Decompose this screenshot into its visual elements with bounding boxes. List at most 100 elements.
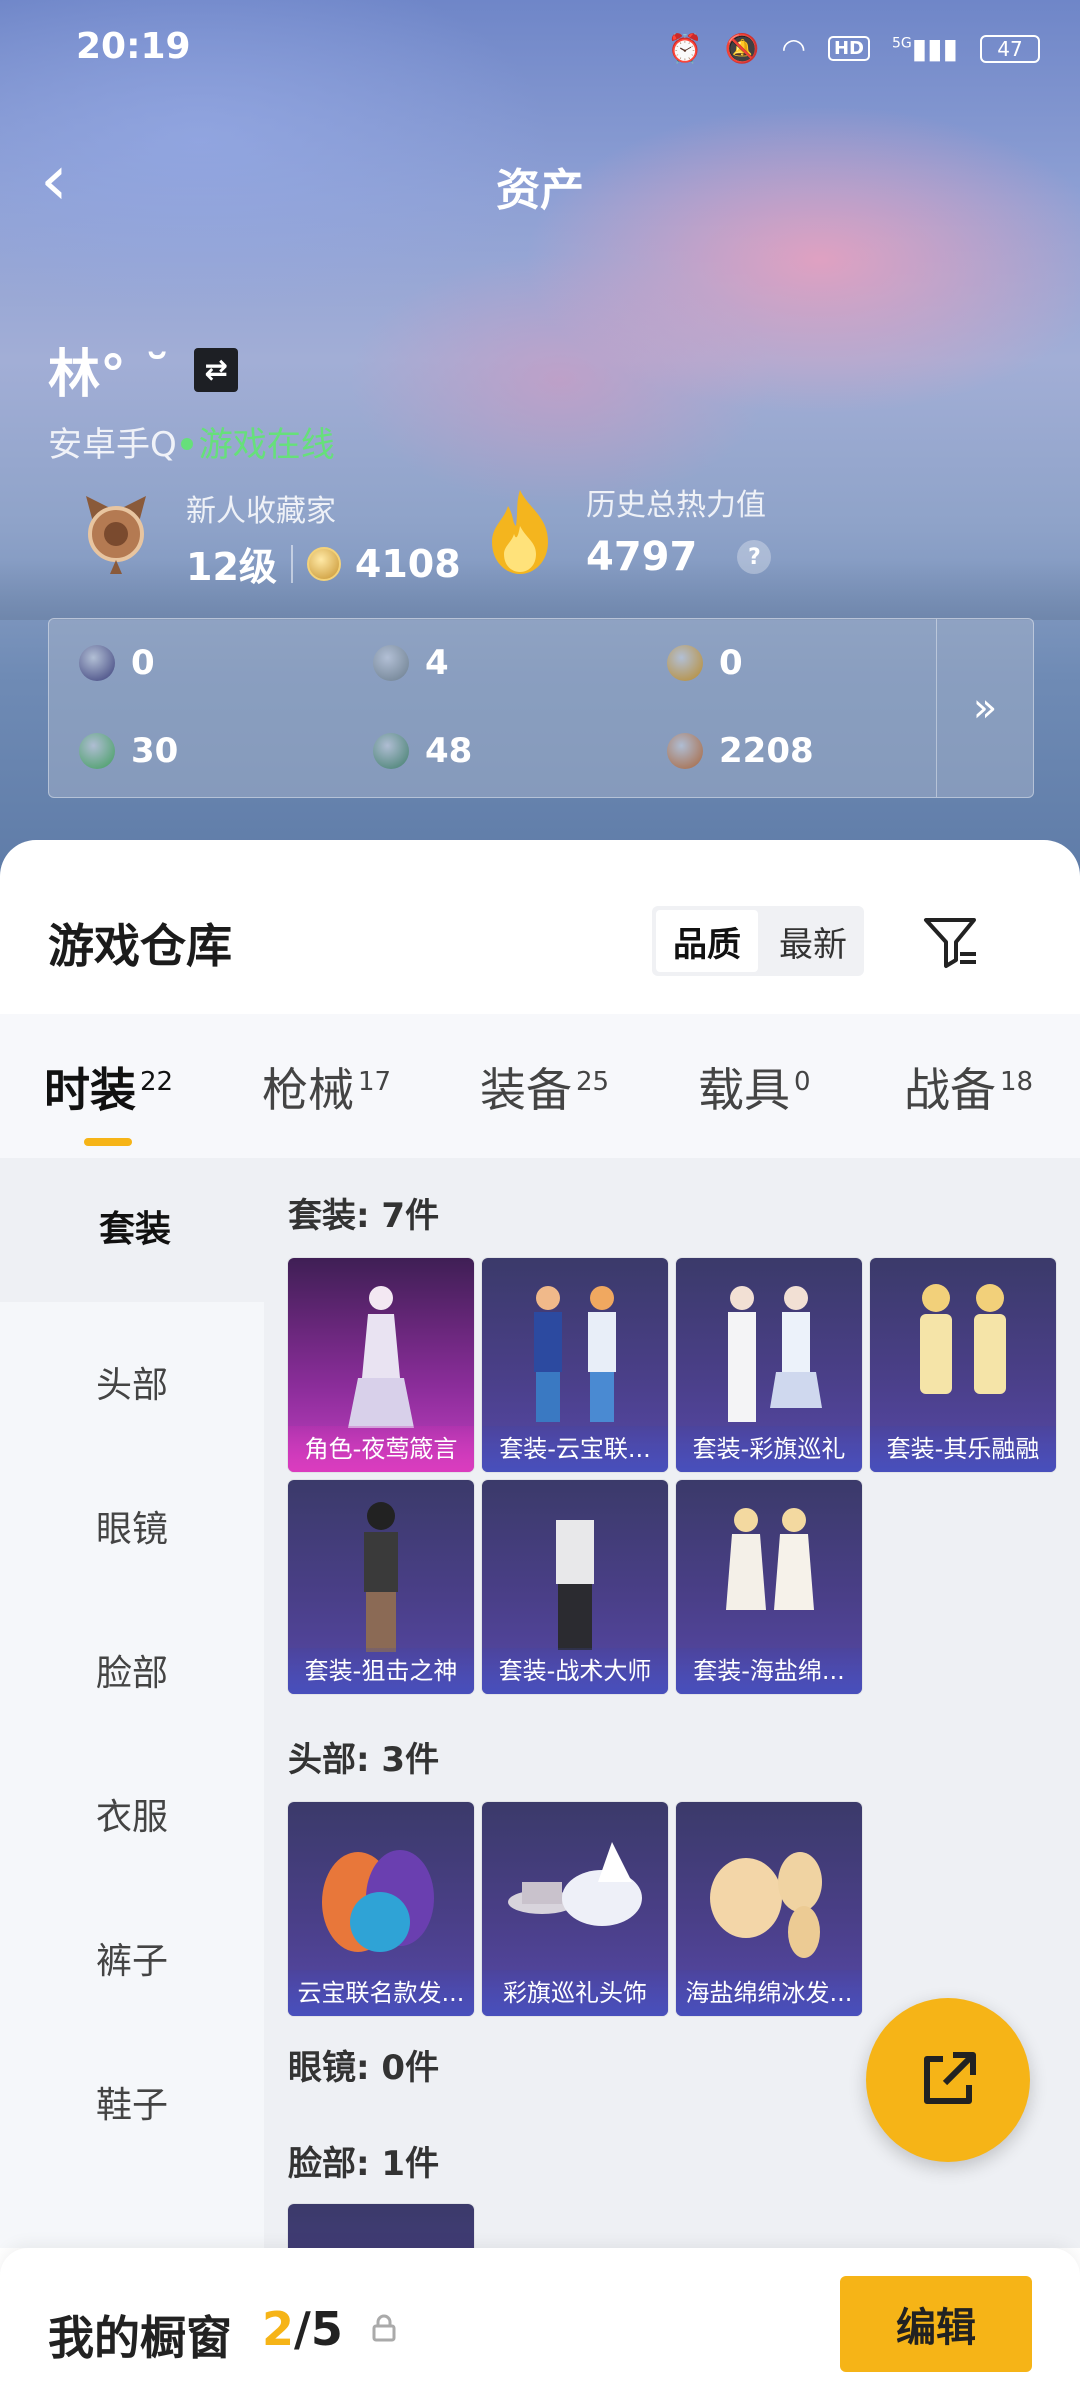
online-dot: [180, 438, 193, 450]
item-card[interactable]: 彩旗巡礼头饰: [482, 1802, 668, 2016]
share-icon: [924, 2052, 976, 2104]
item-card[interactable]: 套装-其乐融融: [870, 1258, 1056, 1472]
item-card[interactable]: 角色-夜莺箴言: [288, 1258, 474, 1472]
tab-equipment[interactable]: 装备 25: [480, 1054, 609, 1120]
stat-value: 0: [719, 643, 743, 683]
sidebar-item-glasses[interactable]: 眼镜: [0, 1500, 264, 1552]
collector-points: 4108: [354, 541, 461, 586]
stat-value: 30: [131, 731, 179, 771]
online-status: 游戏在线: [198, 425, 335, 465]
status-bar: 20:19 ⏰ 🔕 ◠ HD 5G▮▮▮ 47: [0, 26, 1080, 76]
green-orb-icon: [373, 733, 409, 769]
showcase-title: 我的橱窗: [48, 2311, 232, 2365]
item-caption: 套装-海盐绵...: [676, 1648, 862, 1694]
item-caption: 套装-战术大师: [482, 1648, 668, 1694]
gold-emblem-icon: [667, 645, 703, 681]
section-title-face: 脸部: 1件: [288, 2144, 440, 2184]
sidebar-item-face[interactable]: 脸部: [0, 1644, 264, 1696]
showcase-count: 2/5: [262, 2302, 343, 2356]
heat-value: 4797: [586, 534, 698, 580]
warehouse-sheet: 游戏仓库 品质 最新 时装 22 枪械 17 装备 25 载具 0 战备 18 套装 头部…: [0, 840, 1080, 2408]
tab-fashion[interactable]: 时装 22: [44, 1054, 173, 1120]
section-title-glasses: 眼镜: 0件: [288, 2048, 440, 2088]
item-card[interactable]: 套装-彩旗巡礼: [676, 1258, 862, 1472]
item-caption: 角色-夜莺箴言: [288, 1426, 474, 1472]
item-card[interactable]: 海盐绵绵冰发...: [676, 1802, 862, 2016]
tab-supplies[interactable]: 战备 18: [904, 1054, 1033, 1120]
item-card[interactable]: [288, 2204, 474, 2248]
medal-icon: [86, 496, 146, 574]
item-caption: 云宝联名款发...: [288, 1970, 474, 2016]
stat-value: 4: [425, 643, 449, 683]
edit-button[interactable]: 编辑: [840, 2276, 1032, 2372]
points-icon: [306, 546, 341, 581]
share-button[interactable]: [866, 1998, 1030, 2162]
item-card[interactable]: 套装-狙击之神: [288, 1480, 474, 1694]
collector-title: 新人收藏家: [186, 494, 336, 529]
mute-icon: 🔕: [724, 32, 760, 65]
heat-title: 历史总热力值: [586, 488, 766, 523]
item-card[interactable]: 套装-海盐绵...: [676, 1480, 862, 1694]
nav-bar: ‹ 资产: [0, 145, 1080, 220]
item-caption: 彩旗巡礼头饰: [482, 1970, 668, 2016]
stat-bronze-coin: 2208: [667, 731, 814, 771]
bronze-coin-icon: [667, 733, 703, 769]
section-title-suits: 套装: 7件: [288, 1196, 440, 1236]
sidebar-item-clothes[interactable]: 衣服: [0, 1788, 264, 1840]
signal-icon: 5G▮▮▮: [892, 32, 958, 65]
emblem-icon: [373, 645, 409, 681]
collector-info: 新人收藏家 12级 4108: [186, 486, 461, 591]
more-chevron-icon[interactable]: »: [936, 619, 1033, 797]
sidebar-item-pants[interactable]: 裤子: [0, 1932, 264, 1984]
sidebar-item-shoes[interactable]: 鞋子: [0, 2076, 264, 2128]
item-card[interactable]: 套装-云宝联...: [482, 1258, 668, 1472]
sort-quality[interactable]: 品质: [656, 910, 758, 972]
tab-weapons[interactable]: 枪械 17: [262, 1054, 391, 1120]
alarm-icon: ⏰: [667, 32, 703, 65]
stat-value: 0: [131, 643, 155, 683]
item-caption: 套装-彩旗巡礼: [676, 1426, 862, 1472]
stat-card: 0: [79, 643, 155, 683]
divider: [290, 544, 293, 583]
section-title-head: 头部: 3件: [288, 1740, 440, 1780]
item-caption: 套装-其乐融融: [870, 1426, 1056, 1472]
item-caption: 海盐绵绵冰发...: [676, 1970, 862, 2016]
sort-latest[interactable]: 最新: [762, 906, 864, 976]
stat-emblem: 4: [373, 643, 449, 683]
item-caption: 套装-云宝联...: [482, 1426, 668, 1472]
hd-badge: HD: [827, 36, 870, 61]
collector-level: 12级: [186, 545, 277, 589]
item-card[interactable]: 云宝联名款发...: [288, 1802, 474, 2016]
swap-account-icon[interactable]: ⇄: [194, 347, 239, 392]
stat-gold-emblem: 0: [667, 643, 743, 683]
showcase-bar: 我的橱窗 2/5 编辑: [0, 2248, 1080, 2408]
wifi-icon: ◠: [781, 32, 806, 65]
sidebar: 套装 头部 眼镜 脸部 衣服 裤子 鞋子: [0, 1158, 270, 2248]
item-caption: 套装-狙击之神: [288, 1648, 474, 1694]
active-tab-indicator: [84, 1138, 132, 1146]
stat-value: 2208: [719, 731, 814, 771]
stat-green-card: 30: [79, 731, 178, 771]
page-title: 资产: [496, 165, 584, 216]
category-tabs: 时装 22 枪械 17 装备 25 载具 0 战备 18: [0, 1014, 1080, 1158]
green-card-icon: [79, 733, 115, 769]
help-icon[interactable]: ?: [737, 540, 772, 574]
stat-value: 48: [425, 731, 473, 771]
tab-vehicles[interactable]: 载具 0: [698, 1054, 811, 1120]
user-name: 林° ˘: [48, 345, 171, 405]
filter-icon[interactable]: [920, 912, 980, 972]
stat-green-orb: 48: [373, 731, 472, 771]
sidebar-item-head[interactable]: 头部: [0, 1356, 264, 1408]
lock-icon: [372, 2314, 396, 2342]
user-info: 林° ˘ ⇄ 安卓手Q 游戏在线: [48, 332, 335, 466]
item-card[interactable]: 套装-战术大师: [482, 1480, 668, 1694]
sidebar-item-suits[interactable]: 套装: [0, 1158, 270, 1302]
battery-icon: 47: [980, 34, 1040, 63]
warehouse-title: 游戏仓库: [48, 919, 232, 973]
platform-label: 安卓手Q: [48, 425, 177, 465]
card-icon: [79, 645, 115, 681]
flame-icon: [492, 490, 548, 574]
sort-toggle: 品质 最新: [652, 906, 864, 976]
status-time: 20:19: [76, 26, 191, 67]
heat-info: 历史总热力值 4797?: [586, 480, 772, 580]
